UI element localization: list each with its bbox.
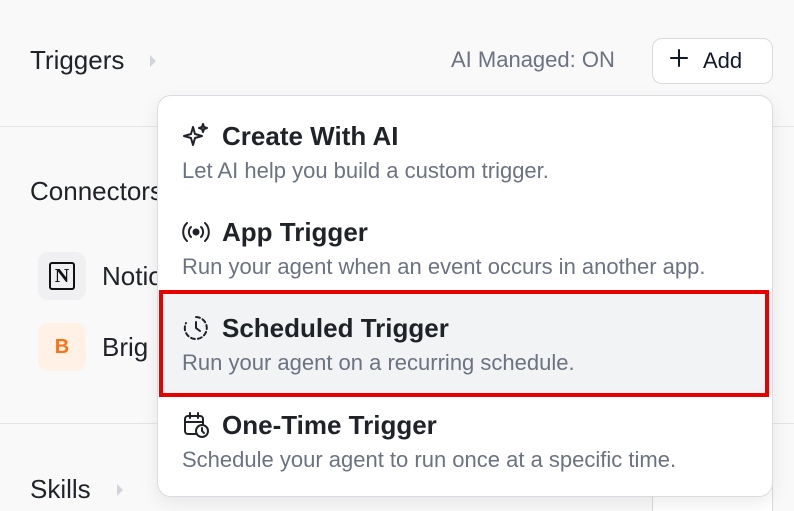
connector-name: Brig — [102, 331, 149, 362]
b-logo: B — [38, 323, 86, 371]
ai-managed-status[interactable]: AI Managed: ON — [451, 47, 615, 73]
menu-item-create-with-ai[interactable]: Create With AI Let AI help you build a c… — [158, 118, 772, 184]
page: Triggers AI Managed: ON Add Connectors N… — [0, 0, 794, 511]
sparkles-icon — [182, 122, 210, 150]
connectors-title: Connectors — [30, 176, 163, 206]
clock-icon — [182, 314, 210, 342]
menu-item-title: One-Time Trigger — [222, 409, 437, 440]
add-button-label: Add — [703, 48, 743, 73]
calendar-clock-icon — [182, 411, 210, 439]
triggers-header[interactable]: Triggers — [30, 45, 158, 76]
triggers-title: Triggers — [30, 45, 125, 75]
menu-item-title: App Trigger — [222, 216, 368, 247]
menu-item-title: Create With AI — [222, 120, 399, 151]
skills-header[interactable]: Skills — [30, 474, 125, 505]
plus-icon — [669, 48, 689, 74]
menu-item-description: Run your agent on a recurring schedule. — [182, 350, 575, 375]
menu-item-title: Scheduled Trigger — [222, 312, 449, 343]
notion-logo: N — [38, 252, 86, 300]
chevron-right-icon — [148, 54, 158, 68]
menu-item-app-trigger[interactable]: App Trigger Run your agent when an event… — [158, 214, 772, 280]
connectors-header[interactable]: Connectors — [30, 176, 163, 207]
add-trigger-menu: Create With AI Let AI help you build a c… — [157, 95, 773, 497]
menu-item-description: Schedule your agent to run once at a spe… — [182, 447, 677, 472]
skills-title: Skills — [30, 474, 91, 504]
connector-item-brig[interactable]: B Brig — [38, 323, 148, 371]
menu-item-scheduled-trigger[interactable]: Scheduled Trigger Run your agent on a re… — [158, 292, 772, 393]
menu-item-description: Let AI help you build a custom trigger. — [182, 158, 549, 183]
broadcast-icon — [182, 218, 210, 246]
menu-item-one-time-trigger[interactable]: One-Time Trigger Schedule your agent to … — [158, 407, 772, 473]
add-button[interactable]: Add — [652, 38, 773, 84]
chevron-right-icon — [115, 483, 125, 497]
menu-item-description: Run your agent when an event occurs in a… — [182, 254, 706, 279]
